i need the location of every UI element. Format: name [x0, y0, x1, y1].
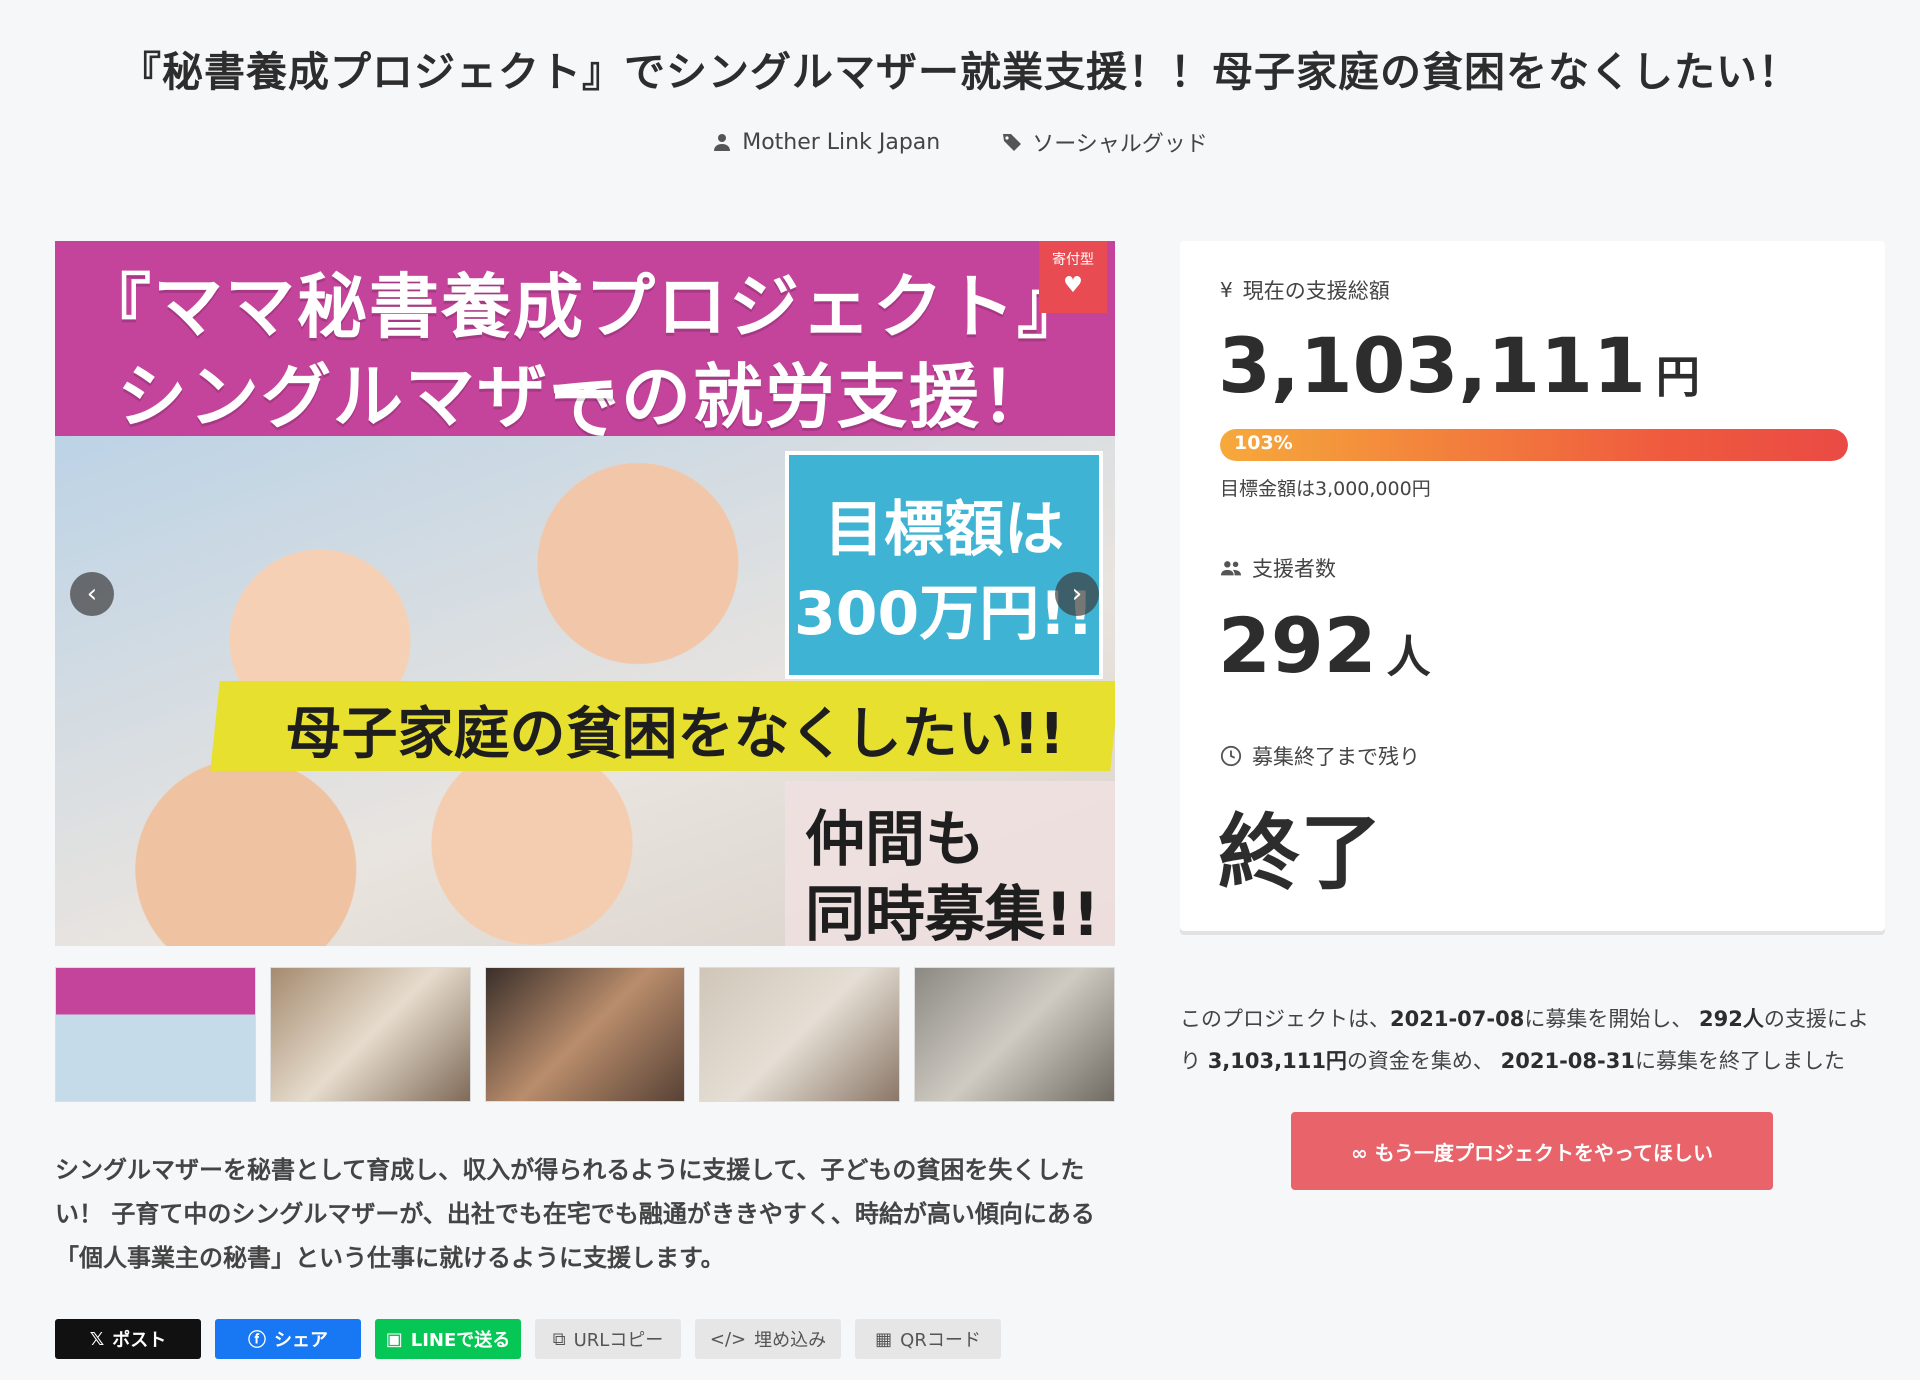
progress-bar: 103%	[1220, 429, 1848, 461]
summary-backers: 292人	[1699, 1007, 1764, 1031]
project-description: シングルマザーを秘書として育成し、収入が得られるように支援して、子どもの貧困を失…	[55, 1156, 1095, 1272]
x-post-label: ポスト	[112, 1330, 167, 1351]
tag-icon	[1003, 134, 1022, 151]
project-meta: Mother Link Japan ソーシャルグッド	[0, 126, 1920, 158]
request-again-button[interactable]: ∞ もう一度プロジェクトをやってほしい	[1291, 1112, 1773, 1190]
donation-type-badge: 寄付型 ♥	[1039, 241, 1107, 313]
hero-image[interactable]: 『ママ秘書養成プロジェクト』で シングルマザーの就労支援！ 目標額は 300万円…	[55, 241, 1115, 946]
backers-unit: 人	[1386, 632, 1431, 683]
owner-name: Mother Link Japan	[742, 129, 941, 155]
embed-label: 埋め込み	[754, 1330, 827, 1351]
category-link[interactable]: ソーシャルグッド	[1002, 126, 1208, 158]
goal-box: 目標額は 300万円!!	[785, 451, 1103, 679]
heart-hand-icon: ♥	[1063, 273, 1083, 298]
carousel-next-button[interactable]: ›	[1055, 572, 1099, 616]
recruit-line1: 仲間も	[805, 805, 985, 875]
carousel-prev-button[interactable]: ‹	[70, 572, 114, 616]
facebook-icon: ⓕ	[248, 1330, 266, 1351]
summary-amount: 3,103,111円	[1207, 1049, 1347, 1073]
remaining-label: 募集終了まで残り	[1220, 741, 1420, 771]
badge-label: 寄付型	[1052, 252, 1094, 268]
thumbnail-strip	[55, 967, 1115, 1102]
yen-icon: ¥	[1220, 278, 1233, 302]
total-label-text: 現在の支援総額	[1242, 279, 1390, 303]
embed-button[interactable]: </> 埋め込み	[695, 1319, 841, 1359]
summary-text: に募集を終了しました	[1634, 1049, 1845, 1073]
line-icon: ▣	[385, 1328, 403, 1350]
remaining-label-text: 募集終了まで残り	[1252, 745, 1420, 769]
category-name: ソーシャルグッド	[1032, 132, 1208, 157]
goal-line2: 300万円!!	[794, 579, 1094, 649]
summary-text: の資金を集め、	[1346, 1049, 1494, 1073]
total-label: ¥ 現在の支援総額	[1220, 275, 1390, 305]
hero-headline-band: 『ママ秘書養成プロジェクト』で シングルマザーの就労支援！	[55, 241, 1115, 449]
qr-icon: ▦	[875, 1328, 893, 1350]
thumbnail[interactable]	[55, 967, 256, 1102]
goal-line1: 目標額は	[824, 495, 1064, 565]
goal-amount: 目標金額は3,000,000円	[1220, 478, 1431, 500]
users-icon	[1220, 561, 1242, 576]
thumbnail[interactable]	[484, 967, 686, 1102]
code-icon: </>	[709, 1328, 747, 1350]
copy-icon: ⧉	[552, 1328, 566, 1350]
thumbnail[interactable]	[699, 967, 901, 1102]
line-share-button[interactable]: ▣ LINEで送る	[375, 1319, 521, 1359]
summary-text: に募集を開始し、	[1524, 1007, 1693, 1031]
banner-text: 母子家庭の貧困をなくしたい!!	[285, 702, 1065, 767]
project-summary: このプロジェクトは、2021-07-08に募集を開始し、 292人の支援により …	[1180, 998, 1885, 1082]
line-share-label: LINEで送る	[410, 1330, 511, 1351]
currency-unit: 円	[1655, 352, 1700, 403]
facebook-share-label: シェア	[274, 1330, 328, 1351]
url-copy-button[interactable]: ⧉ URLコピー	[535, 1319, 681, 1359]
user-icon	[714, 134, 731, 151]
backers-count-value: 292	[1218, 601, 1377, 690]
summary-text: このプロジェクトは、	[1180, 1007, 1390, 1031]
thumbnail[interactable]	[914, 967, 1115, 1102]
chevron-right-icon: ›	[1071, 579, 1083, 609]
x-post-button[interactable]: 𝕏 ポスト	[55, 1319, 201, 1359]
page-title: 『秘書養成プロジェクト』でシングルマザー就業支援！！母子家庭の貧困をなくしたい！	[120, 48, 1800, 96]
clock-icon	[1220, 745, 1242, 767]
qr-code-button[interactable]: ▦ QRコード	[855, 1319, 1001, 1359]
total-amount: 3,103,111 円	[1218, 321, 1700, 410]
share-buttons: 𝕏 ポスト ⓕ シェア ▣ LINEで送る ⧉ URLコピー </> 埋め込み …	[55, 1319, 1001, 1359]
url-copy-label: URLコピー	[573, 1330, 664, 1351]
thumbnail[interactable]	[269, 967, 471, 1102]
owner-link[interactable]: Mother Link Japan	[712, 126, 940, 158]
total-amount-value: 3,103,111	[1218, 321, 1646, 410]
funding-stats-panel: ¥ 現在の支援総額 3,103,111 円 103% 目標金額は3,000,000…	[1180, 241, 1885, 931]
chevron-left-icon: ‹	[86, 579, 98, 609]
summary-start-date: 2021-07-08	[1390, 1007, 1525, 1031]
backers-label: 支援者数	[1220, 553, 1336, 583]
x-icon: 𝕏	[89, 1328, 105, 1350]
backers-count: 292 人	[1218, 601, 1431, 690]
recruit-box: 仲間も 同時募集!!	[785, 781, 1115, 946]
summary-end-date: 2021-08-31	[1500, 1049, 1635, 1073]
backers-label-text: 支援者数	[1252, 557, 1336, 581]
progress-percent: 103%	[1234, 432, 1293, 454]
progress-fill	[1220, 429, 1848, 461]
qr-code-label: QRコード	[900, 1330, 981, 1351]
facebook-share-button[interactable]: ⓕ シェア	[215, 1319, 361, 1359]
recruit-line2: 同時募集!!	[805, 880, 1100, 946]
hero-headline-line2: シングルマザーの就労支援！	[117, 356, 1053, 438]
remaining-value: 終了	[1218, 806, 1383, 901]
